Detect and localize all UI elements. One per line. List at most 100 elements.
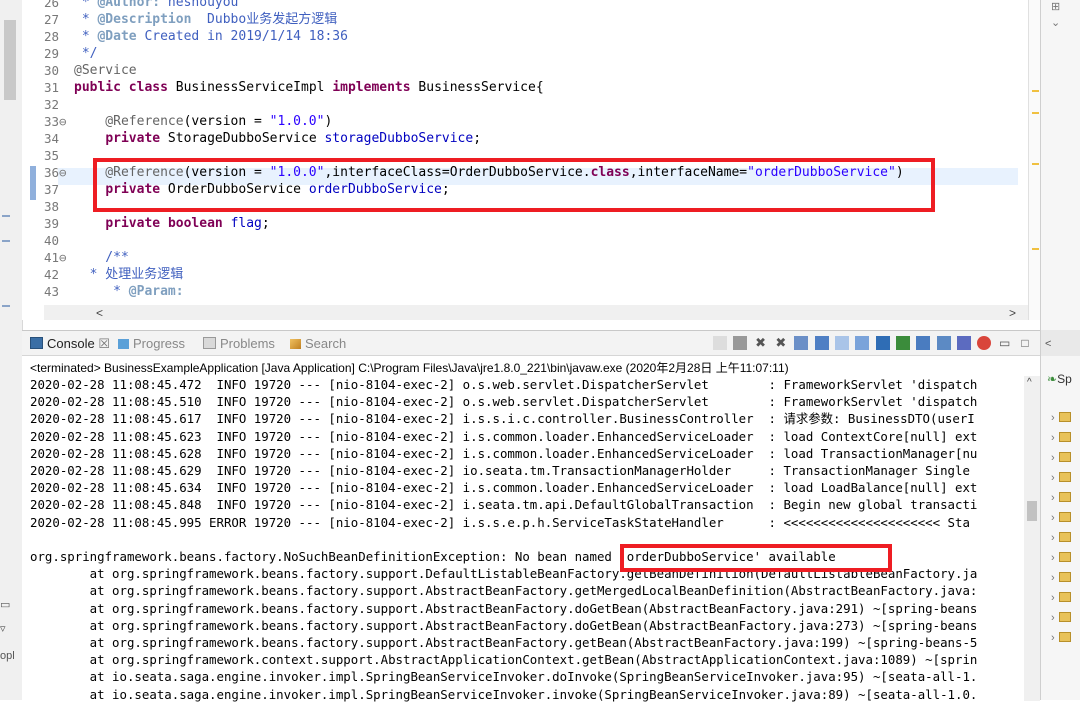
tree-expand-icon[interactable]: › xyxy=(1051,492,1055,504)
pin-icon[interactable] xyxy=(712,335,727,350)
tab-problems-label: Problems xyxy=(220,336,275,351)
tree-expand-icon[interactable]: › xyxy=(1051,452,1055,464)
tree-expand-icon[interactable]: › xyxy=(1051,632,1055,644)
code-text: * @Author: heshouyou xyxy=(74,0,239,11)
console-log-line: 2020-02-28 11:08:45.995 ERROR 19720 --- … xyxy=(30,514,970,530)
tab-progress[interactable]: Progress xyxy=(118,335,185,353)
code-token: StorageDubboService xyxy=(160,131,325,146)
scroll-right-icon[interactable]: > xyxy=(1009,306,1016,320)
tree-expand-icon[interactable]: › xyxy=(1051,412,1055,424)
folder-icon xyxy=(1058,612,1071,622)
right-scroll-left-icon[interactable]: < xyxy=(1045,338,1051,350)
console-log-line: at org.springframework.context.support.A… xyxy=(30,652,978,668)
tree-row[interactable]: › xyxy=(1051,492,1071,504)
tab-close-icon[interactable]: ☒ xyxy=(95,336,110,351)
left-dropdown-icon[interactable]: ▿ xyxy=(0,622,6,635)
tree-row[interactable]: › xyxy=(1051,592,1071,604)
pin-console-icon[interactable] xyxy=(875,335,890,350)
code-token: "1.0.0" xyxy=(269,114,325,129)
scroll-lock-icon[interactable] xyxy=(794,335,809,350)
line-number: 30 xyxy=(44,63,60,78)
tree-expand-icon[interactable]: › xyxy=(1051,572,1055,584)
tree-row[interactable]: › xyxy=(1051,632,1071,644)
minimize-icon[interactable]: ▭ xyxy=(998,336,1012,350)
terminate-icon[interactable] xyxy=(733,335,748,350)
show-stderr-icon[interactable] xyxy=(855,335,870,350)
tree-expand-icon[interactable]: › xyxy=(1051,612,1055,624)
tree-row[interactable]: › xyxy=(1051,512,1071,524)
tree-expand-icon[interactable]: › xyxy=(1051,432,1055,444)
editor-horizontal-scrollbar[interactable]: < > xyxy=(44,305,1028,320)
code-text: /** xyxy=(74,249,129,266)
line-number: 39 xyxy=(44,216,60,231)
tree-expand-icon[interactable]: › xyxy=(1051,472,1055,484)
show-stdout-icon[interactable] xyxy=(834,335,849,350)
code-token: ; xyxy=(261,216,270,231)
tab-console[interactable]: Console ☒ xyxy=(30,335,110,353)
left-collapse-icon[interactable]: ▭ xyxy=(0,598,10,611)
tab-problems[interactable]: Problems xyxy=(203,335,275,353)
remove-all-icon[interactable]: ✖ xyxy=(774,335,788,350)
line-number: 34 xyxy=(44,131,60,146)
tree-row[interactable]: › xyxy=(1051,552,1071,564)
tree-row[interactable]: › xyxy=(1051,472,1071,484)
code-token: boolean xyxy=(167,216,223,231)
remove-launch-icon[interactable]: ✖ xyxy=(754,335,768,350)
left-marker xyxy=(2,215,10,217)
line-number: 36⊖ xyxy=(44,165,67,180)
debug-icon[interactable] xyxy=(956,335,971,350)
spring-icon: ❧ xyxy=(1047,372,1058,386)
console-scroll-up-icon[interactable]: ^ xyxy=(1027,376,1032,390)
tree-row[interactable]: › xyxy=(1051,532,1071,544)
tab-console-label: Console xyxy=(47,336,95,351)
tree-row[interactable]: › xyxy=(1051,452,1071,464)
code-text: @Service xyxy=(74,62,137,79)
code-token: Created in 2019/1/14 18:36 xyxy=(136,29,348,44)
tree-row[interactable]: › xyxy=(1051,432,1071,444)
tree-row[interactable]: › xyxy=(1051,412,1071,424)
console-log-line: 2020-02-28 11:08:45.617 INFO 19720 --- [… xyxy=(30,411,975,427)
right-panel-title: ❧Sp xyxy=(1047,372,1072,386)
left-scrollbar-thumb[interactable] xyxy=(4,20,16,100)
new-console-icon[interactable] xyxy=(936,335,951,350)
progress-icon xyxy=(118,339,129,349)
display-console-icon[interactable] xyxy=(895,335,910,350)
code-token: ) xyxy=(324,114,333,129)
console-log-line: 2020-02-28 11:08:45.634 INFO 19720 --- [… xyxy=(30,480,978,496)
console-scroll-thumb[interactable] xyxy=(1027,501,1037,521)
right-tree-icon[interactable]: ⊞ xyxy=(1051,0,1060,13)
open-console-icon[interactable] xyxy=(916,335,931,350)
line-number: 29 xyxy=(44,46,60,61)
code-token: implements xyxy=(332,80,411,95)
folder-icon xyxy=(1058,532,1071,542)
tree-expand-icon[interactable]: › xyxy=(1051,532,1055,544)
line-number: 27 xyxy=(44,12,60,27)
folder-icon xyxy=(1058,512,1071,522)
console-log-line: 2020-02-28 11:08:45.510 INFO 19720 --- [… xyxy=(30,394,978,410)
error-icon[interactable] xyxy=(977,335,992,350)
code-token: Dubbo业务发起方逻辑 xyxy=(191,12,338,27)
tree-expand-icon[interactable]: › xyxy=(1051,512,1055,524)
maximize-icon[interactable]: □ xyxy=(1018,336,1032,350)
code-token: private xyxy=(105,131,161,146)
code-token: * xyxy=(74,284,129,299)
code-text: * @Date Created in 2019/1/14 18:36 xyxy=(74,28,348,45)
line-number: 42 xyxy=(44,267,60,282)
line-number: 28 xyxy=(44,29,60,44)
code-token: @Service xyxy=(74,63,137,78)
console-log-line: at org.springframework.beans.factory.sup… xyxy=(30,583,978,599)
overview-mark xyxy=(1032,248,1039,250)
right-expand-icon[interactable]: ⌄ xyxy=(1051,16,1060,29)
tree-expand-icon[interactable]: › xyxy=(1051,592,1055,604)
tree-row[interactable]: › xyxy=(1051,572,1071,584)
tree-expand-icon[interactable]: › xyxy=(1051,552,1055,564)
left-panel-strip: ▭ ▿ opl xyxy=(0,0,23,700)
scroll-left-icon[interactable]: < xyxy=(96,306,103,320)
code-token: (version = xyxy=(183,114,270,129)
tree-row[interactable]: › xyxy=(1051,612,1071,624)
code-token: heshouyou xyxy=(160,0,239,10)
word-wrap-icon[interactable] xyxy=(814,335,829,350)
console-vertical-scrollbar[interactable]: ^ xyxy=(1024,376,1040,701)
tab-search[interactable]: Search xyxy=(290,335,346,353)
overview-mark xyxy=(1032,163,1039,165)
